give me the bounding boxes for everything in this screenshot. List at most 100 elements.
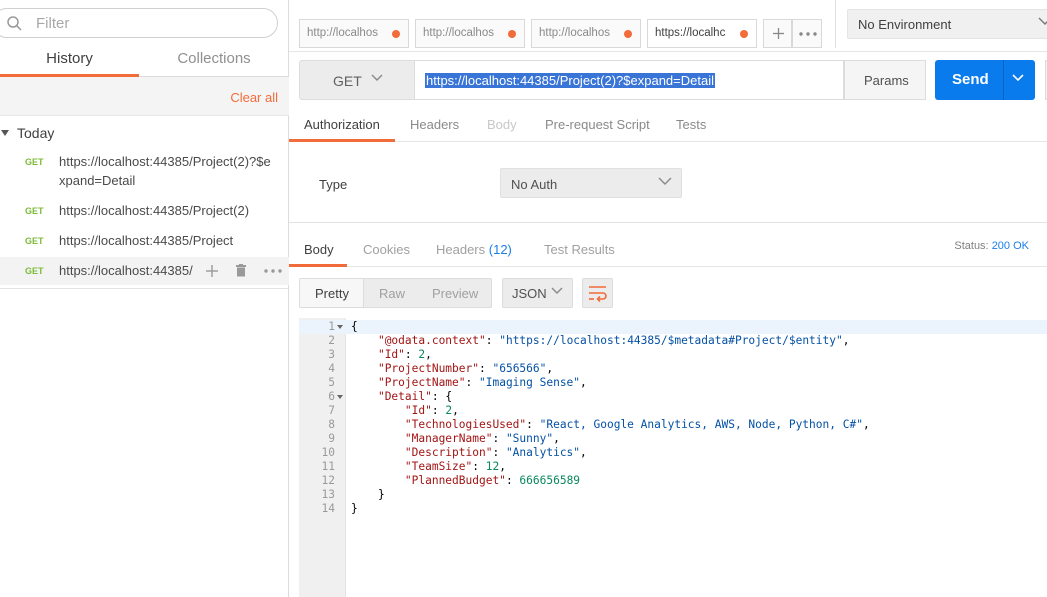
response-code-viewer[interactable]: 1{2 "@odata.context": "https://localhost… bbox=[299, 318, 1047, 597]
history-item-url: https://localhost:44385/Project bbox=[59, 233, 234, 248]
send-button[interactable]: Send bbox=[935, 60, 1035, 100]
request-tab-title: http://localhos bbox=[423, 27, 494, 39]
code-line: 9 "ManagerName": "Sunny", bbox=[299, 432, 1047, 446]
code-line: 7 "Id": 2, bbox=[299, 404, 1047, 418]
active-tab-indicator bbox=[289, 264, 347, 267]
history-item-4[interactable]: GET https://localhost:44385/ bbox=[0, 257, 289, 285]
wrap-lines-icon bbox=[589, 286, 607, 302]
add-to-collection-icon[interactable] bbox=[206, 265, 218, 277]
request-tab-1[interactable]: http://localhos bbox=[299, 19, 409, 48]
view-mode-group: Pretty Raw Preview bbox=[299, 278, 492, 308]
search-icon bbox=[7, 16, 22, 31]
code-text: } bbox=[351, 488, 385, 501]
params-label: Params bbox=[864, 73, 909, 88]
tab-response-body[interactable]: Body bbox=[304, 242, 334, 257]
environment-label: No Environment bbox=[858, 17, 952, 32]
chevron-down-icon[interactable] bbox=[1012, 74, 1024, 82]
params-button[interactable]: Params bbox=[844, 60, 926, 100]
response-headers-label: Headers bbox=[436, 242, 486, 257]
trash-icon[interactable] bbox=[236, 264, 246, 277]
view-raw-button[interactable]: Raw bbox=[379, 286, 405, 301]
tab-headers[interactable]: Headers bbox=[410, 117, 459, 132]
caret-down-icon bbox=[1, 130, 9, 136]
line-number: 8 bbox=[328, 418, 335, 431]
tab-history[interactable]: History bbox=[0, 44, 139, 77]
line-number: 7 bbox=[328, 404, 335, 417]
method-badge: GET bbox=[25, 206, 44, 216]
line-number: 5 bbox=[328, 376, 335, 389]
response-status: Status: 200 OK bbox=[954, 240, 1029, 252]
code-line: 14} bbox=[299, 502, 1047, 516]
tab-cookies[interactable]: Cookies bbox=[363, 242, 410, 257]
line-number: 13 bbox=[321, 488, 335, 501]
wrap-lines-button[interactable] bbox=[582, 278, 613, 308]
request-tab-2[interactable]: http://localhos bbox=[415, 19, 525, 48]
chevron-down-icon bbox=[551, 287, 563, 294]
tab-authorization[interactable]: Authorization bbox=[304, 117, 380, 132]
history-item-url: https://localhost:44385/Project(2)?$e bbox=[59, 154, 271, 169]
line-number: 1 bbox=[328, 320, 335, 333]
url-bar: GET https://localhost:44385/Project(2)?$… bbox=[289, 60, 1047, 101]
tab-collections[interactable]: Collections bbox=[139, 44, 289, 77]
method-badge: GET bbox=[25, 157, 44, 167]
code-line: 10 "Description": "Analytics", bbox=[299, 446, 1047, 460]
code-text: { bbox=[351, 320, 358, 333]
auth-type-label: Type bbox=[319, 177, 348, 192]
tab-pre-request-script[interactable]: Pre-request Script bbox=[545, 117, 650, 132]
line-number: 10 bbox=[321, 446, 335, 459]
history-item-url-wrap: xpand=Detail bbox=[59, 173, 136, 188]
code-text: "@odata.context": "https://localhost:443… bbox=[377, 334, 850, 347]
request-tab-4[interactable]: https://localhc bbox=[647, 19, 757, 48]
code-text: "PlannedBudget": 666656589 bbox=[404, 474, 581, 487]
new-tab-button[interactable] bbox=[763, 19, 792, 48]
history-group-today[interactable]: Today bbox=[0, 124, 289, 144]
method-badge: GET bbox=[25, 236, 44, 246]
history-item-2[interactable]: GET https://localhost:44385/Project(2) bbox=[0, 200, 289, 222]
history-item-url: https://localhost:44385/Project(2) bbox=[59, 203, 250, 218]
more-options-icon bbox=[799, 32, 817, 36]
status-label: Status: bbox=[954, 240, 989, 252]
send-label: Send bbox=[952, 71, 989, 88]
url-text: https://localhost:44385/Project(2)?$expa… bbox=[425, 73, 715, 88]
more-options-icon[interactable] bbox=[264, 269, 282, 273]
line-number: 12 bbox=[321, 474, 335, 487]
response-headers-count: (12) bbox=[488, 242, 512, 257]
chevron-down-icon bbox=[1038, 17, 1047, 25]
unsaved-dot-icon bbox=[624, 30, 632, 38]
environment-select[interactable]: No Environment bbox=[847, 9, 1047, 39]
chevron-down-icon bbox=[371, 74, 383, 81]
unsaved-dot-icon bbox=[392, 30, 400, 38]
history-item-1[interactable]: GET https://localhost:44385/Project(2)?$… bbox=[0, 150, 289, 192]
auth-type-select[interactable]: No Auth bbox=[500, 168, 682, 198]
method-select[interactable]: GET bbox=[299, 60, 415, 100]
view-preview-button[interactable]: Preview bbox=[432, 286, 478, 301]
filter-box[interactable] bbox=[0, 8, 278, 38]
tab-tests[interactable]: Tests bbox=[676, 117, 706, 132]
sidebar: History Collections Clear all Today GET … bbox=[0, 0, 289, 597]
history-item-3[interactable]: GET https://localhost:44385/Project bbox=[0, 230, 289, 252]
filter-input[interactable] bbox=[36, 14, 256, 32]
tab-body[interactable]: Body bbox=[487, 117, 517, 132]
code-line: 8 "TechnologiesUsed": "React, Google Ana… bbox=[299, 418, 1047, 432]
request-tab-title: https://localhc bbox=[655, 27, 726, 39]
request-tab-3[interactable]: http://localhos bbox=[531, 19, 641, 48]
history-group-label: Today bbox=[17, 125, 55, 141]
send-split-divider bbox=[1003, 60, 1004, 100]
fold-arrow-icon[interactable] bbox=[337, 395, 343, 399]
tab-test-results[interactable]: Test Results bbox=[544, 242, 615, 257]
code-text: "ManagerName": "Sunny", bbox=[404, 432, 560, 445]
line-number: 6 bbox=[328, 390, 335, 403]
code-text: } bbox=[351, 502, 358, 515]
history-toolbar: Clear all bbox=[0, 77, 289, 116]
clear-all-link[interactable]: Clear all bbox=[230, 90, 278, 105]
auth-type-value: No Auth bbox=[511, 177, 558, 192]
format-select[interactable]: JSON bbox=[502, 278, 573, 308]
tab-overflow-button[interactable] bbox=[792, 19, 822, 48]
plus-icon bbox=[773, 28, 784, 39]
view-pretty-button[interactable]: Pretty bbox=[315, 286, 349, 301]
active-tab-indicator bbox=[289, 139, 395, 142]
tab-response-headers[interactable]: Headers (12) bbox=[436, 242, 512, 257]
url-input[interactable]: https://localhost:44385/Project(2)?$expa… bbox=[415, 60, 844, 100]
fold-arrow-icon[interactable] bbox=[337, 325, 343, 329]
code-line: 5 "ProjectName": "Imaging Sense", bbox=[299, 376, 1047, 390]
